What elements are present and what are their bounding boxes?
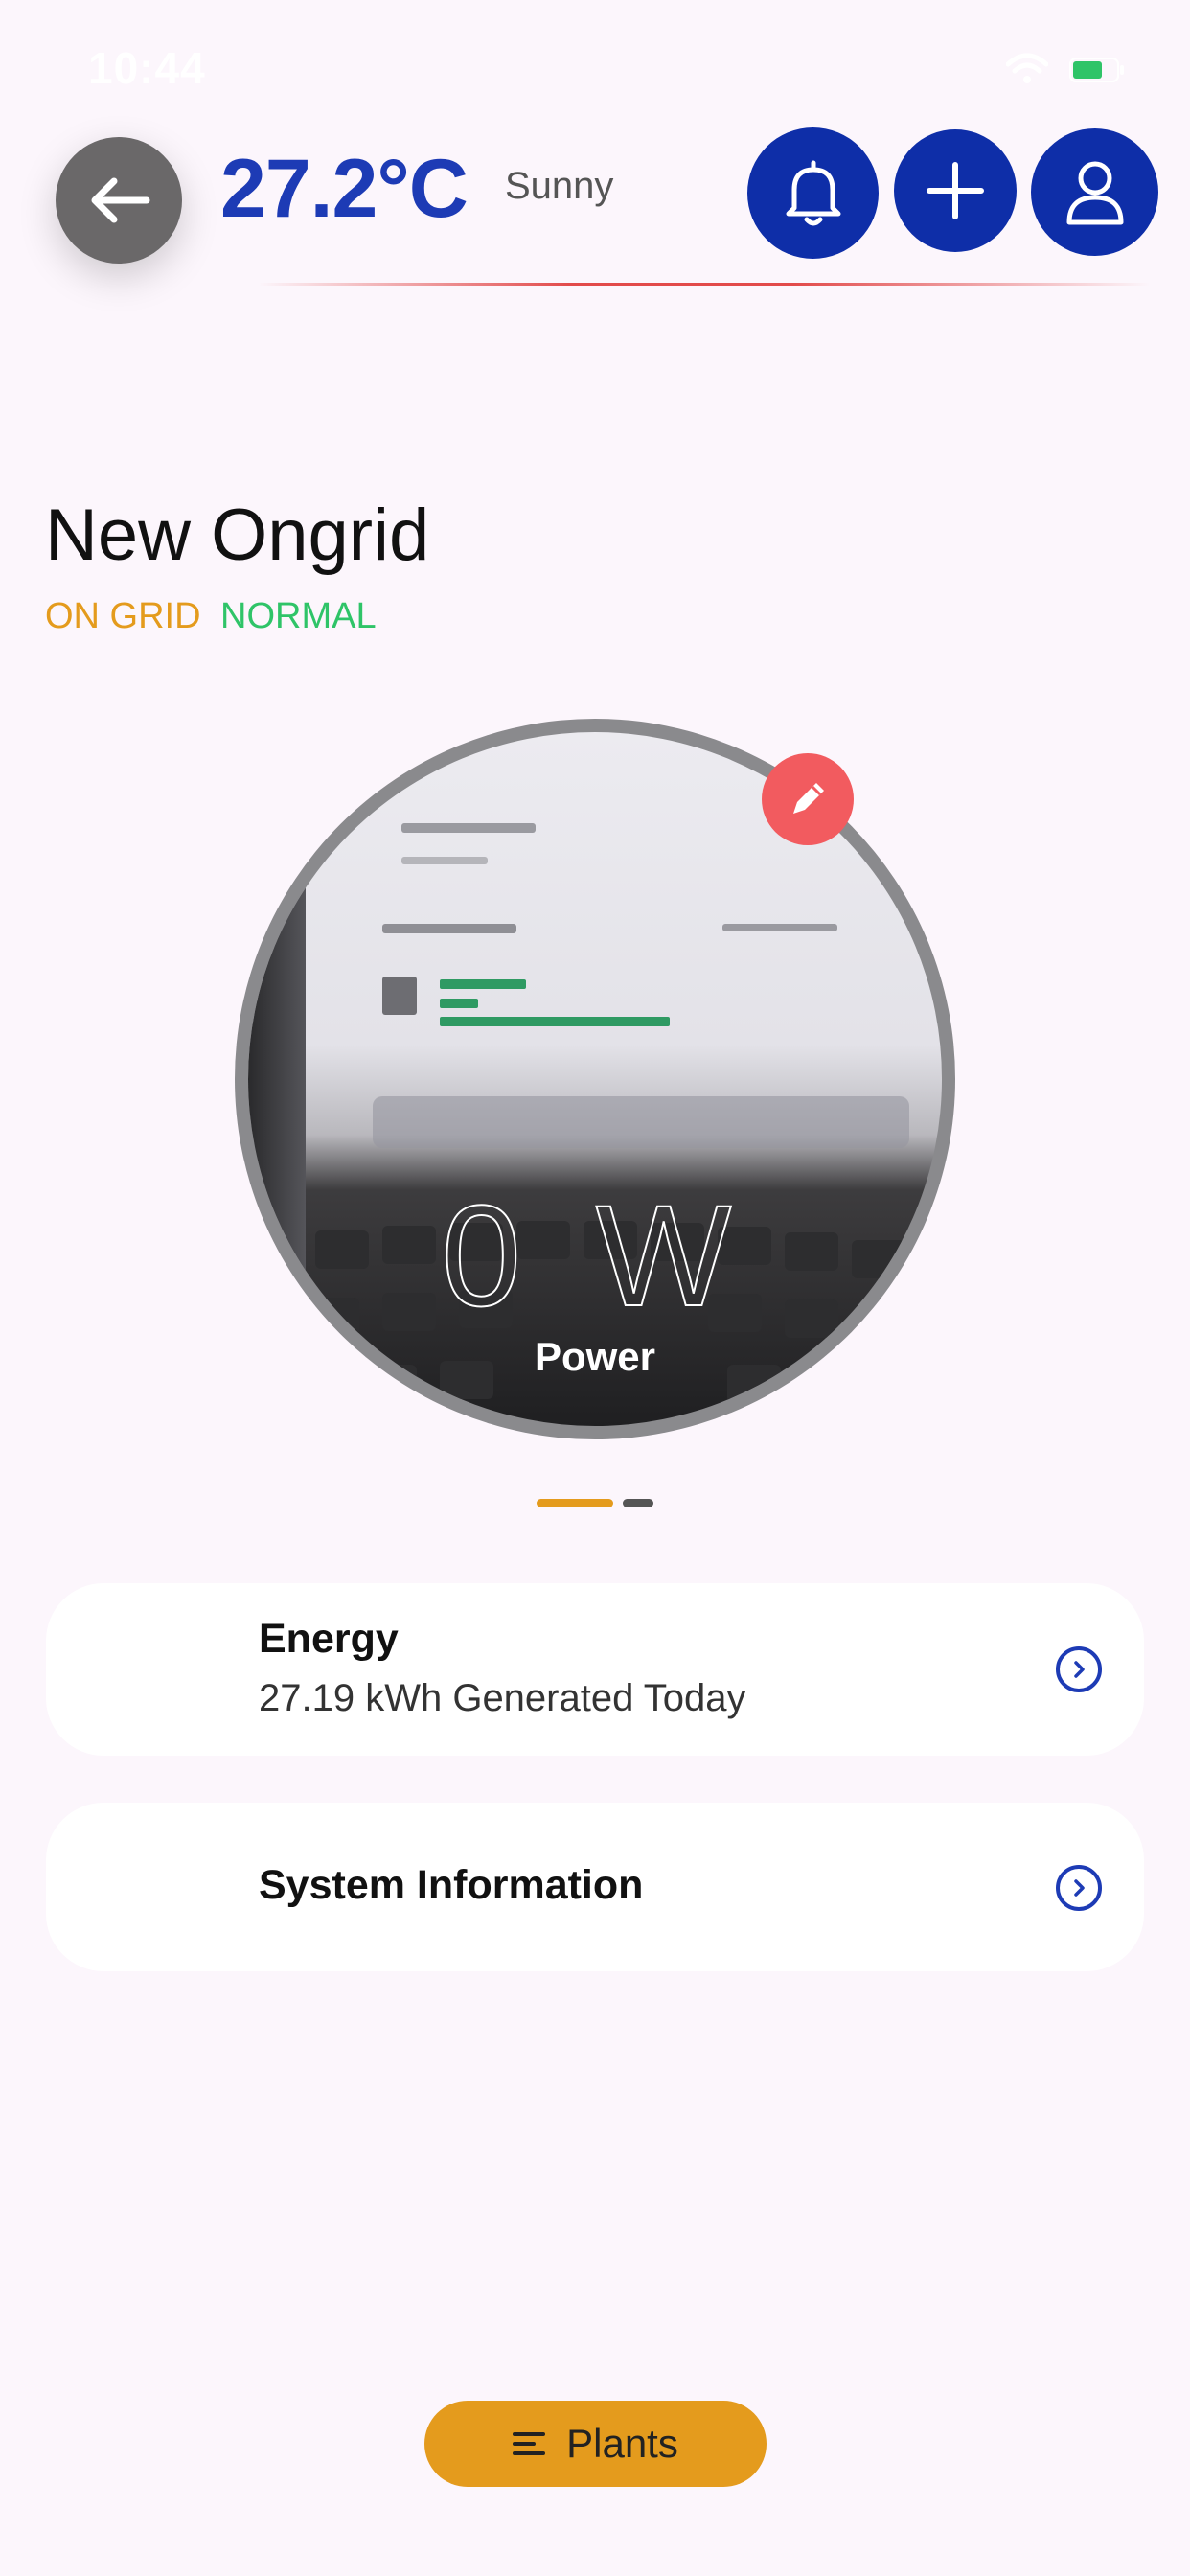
- chevron-right-icon[interactable]: [1056, 1646, 1102, 1692]
- plants-label: Plants: [566, 2421, 678, 2466]
- user-icon: [1066, 161, 1123, 224]
- temperature: 27.2°C: [220, 143, 469, 235]
- arrow-left-icon: [91, 177, 150, 223]
- menu-icon: [513, 2432, 546, 2455]
- profile-button[interactable]: [1031, 128, 1158, 256]
- power-gauge[interactable]: 0 W Power: [235, 719, 955, 1439]
- power-label: Power: [534, 1334, 656, 1379]
- grid-type-badge: ON GRID: [45, 596, 201, 636]
- battery-icon: [1069, 58, 1124, 82]
- pager-dot-active[interactable]: [537, 1499, 613, 1507]
- status-time: 10:44: [88, 43, 206, 93]
- plant-photo: 0 W Power: [248, 732, 942, 1426]
- pager-dot[interactable]: [623, 1499, 653, 1507]
- system-information-title: System Information: [259, 1862, 644, 1908]
- status-badge: NORMAL: [220, 596, 377, 636]
- system-information-card[interactable]: System Information: [46, 1803, 1144, 1971]
- plants-button[interactable]: Plants: [424, 2401, 767, 2487]
- edit-button[interactable]: [762, 753, 854, 845]
- back-button[interactable]: [56, 137, 182, 264]
- plus-icon: [927, 162, 984, 219]
- power-value: 0 W: [441, 1174, 749, 1337]
- pencil-icon: [793, 783, 824, 814]
- energy-card-subtitle: 27.19 kWh Generated Today: [259, 1677, 746, 1719]
- bell-icon: [786, 160, 840, 225]
- weather-condition: Sunny: [505, 165, 614, 207]
- header-divider: [259, 283, 1150, 286]
- plant-name: New Ongrid: [45, 494, 430, 576]
- notifications-button[interactable]: [747, 127, 879, 259]
- add-button[interactable]: [894, 129, 1017, 252]
- chevron-right-icon[interactable]: [1056, 1865, 1102, 1911]
- energy-card-title: Energy: [259, 1616, 399, 1662]
- energy-card[interactable]: Energy 27.19 kWh Generated Today: [46, 1583, 1144, 1756]
- wifi-icon: [1006, 53, 1048, 83]
